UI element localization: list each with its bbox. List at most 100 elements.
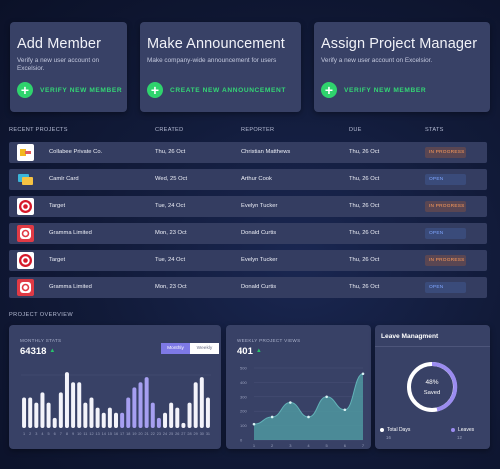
- x-tick-label: 6: [344, 443, 347, 448]
- created-date: Mon, 23 Oct: [155, 284, 187, 290]
- card-description: Make company-wide announcement for users: [147, 57, 277, 64]
- x-tick-label: 23: [157, 432, 161, 436]
- point-5: [325, 395, 328, 399]
- created-date: Mon, 23 Oct: [155, 230, 187, 236]
- x-tick-label: 24: [163, 432, 167, 436]
- x-tick-label: 1: [253, 443, 256, 448]
- column-stats: STATS: [425, 127, 444, 133]
- bar-day-9: [71, 382, 76, 428]
- status-badge: IN PROGRESS: [425, 255, 466, 266]
- reporter-name: Christian Matthews: [241, 149, 291, 155]
- x-tick-label: 5: [326, 443, 329, 448]
- card-add-member: Add Member Verify a new user account on …: [10, 22, 127, 112]
- target-logo-icon: [17, 198, 34, 215]
- project-name: Collabee Private Co.: [49, 149, 103, 155]
- table-row[interactable]: Collabee Private Co. Thu, 26 Oct Christi…: [9, 142, 487, 163]
- verify-new-member-button[interactable]: + VERIFY NEW MEMBER: [17, 82, 122, 98]
- card-description: Verify a new user account on Excelsior.: [17, 57, 100, 72]
- plus-icon: +: [147, 82, 163, 98]
- bar-day-22: [150, 402, 155, 428]
- monthly-stats-panel: MONTHLY STATS 64318 ▲ Monthly Weekly 1234…: [9, 325, 221, 449]
- status-badge: OPEN: [425, 174, 466, 185]
- legend-value: 16: [386, 435, 391, 440]
- weekly-views-panel: WEEKLY PROJECT VIEWS 401 ▲ 0 100 200 300 400 5…: [226, 325, 371, 449]
- bar-day-27: [181, 422, 186, 428]
- collabee-logo-icon: [17, 144, 34, 161]
- project-name: Target: [49, 257, 66, 263]
- bar-day-15: [107, 407, 112, 428]
- project-name: Target: [49, 203, 66, 209]
- y-tick-label: 500: [240, 366, 247, 371]
- bar-day-10: [77, 382, 82, 428]
- x-tick-label: 4: [41, 432, 43, 436]
- bar-day-6: [52, 417, 57, 428]
- plus-icon: +: [17, 82, 33, 98]
- card-title: Add Member: [17, 36, 102, 52]
- reporter-name: Evelyn Tucker: [241, 257, 278, 263]
- table-row[interactable]: Target Tue, 24 Oct Evelyn Tucker Thu, 26…: [9, 196, 487, 217]
- bar-day-8: [64, 372, 69, 428]
- monthly-bar-chart: 1 2 3 4 5 6 7 8 9 10 11 12 13 14 15 16 17 18 19 20 21 22 23 24 2…: [21, 372, 211, 436]
- reporter-name: Evelyn Tucker: [241, 203, 278, 209]
- legend-total-days: Total Days 16: [380, 427, 410, 440]
- x-tick-label: 19: [132, 432, 136, 436]
- card-title: Make Announcement: [147, 36, 285, 52]
- x-tick-label: 6: [54, 432, 56, 436]
- camlr-logo-icon: [17, 171, 34, 188]
- plus-icon: +: [321, 82, 337, 98]
- x-tick-label: 14: [102, 432, 106, 436]
- legend-leaves: Leaves 12: [451, 427, 474, 440]
- table-row[interactable]: Gramma Limited Mon, 23 Oct Donald Curtis…: [9, 223, 487, 244]
- gramma-logo-icon: [17, 279, 34, 296]
- bar-day-18: [126, 397, 131, 428]
- x-tick-label: 3: [289, 443, 292, 448]
- bar-day-19: [132, 387, 137, 428]
- table-row[interactable]: Gramma Limited Mon, 23 Oct Donald Curtis…: [9, 277, 487, 298]
- created-date: Tue, 24 Oct: [155, 257, 186, 263]
- x-tick-label: 26: [175, 432, 179, 436]
- x-tick-label: 22: [151, 432, 155, 436]
- x-tick-label: 17: [120, 432, 124, 436]
- project-name: Gramma Limited: [49, 284, 92, 290]
- bar-day-28: [187, 402, 192, 428]
- weekly-area-chart: 0 100 200 300 400 500 1 2 3 4 5 6 7: [240, 366, 365, 449]
- status-badge: IN PROGRESS: [425, 147, 466, 158]
- x-tick-label: 12: [89, 432, 93, 436]
- legend-label: Total Days: [387, 427, 411, 433]
- x-tick-label: 8: [66, 432, 68, 436]
- bar-day-26: [175, 407, 180, 428]
- x-tick-label: 9: [72, 432, 74, 436]
- bar-day-11: [83, 402, 88, 428]
- legend-dot-white: [380, 427, 384, 432]
- column-created: CREATED: [155, 127, 184, 133]
- bar-day-31: [205, 397, 210, 428]
- project-overview-title: PROJECT OVERVIEW: [9, 312, 74, 318]
- legend-dot-purple: [451, 427, 455, 432]
- bar-day-7: [58, 392, 63, 428]
- point-4: [307, 415, 310, 419]
- due-date: Thu, 26 Oct: [349, 203, 380, 209]
- area-fill: [254, 373, 363, 440]
- gramma-logo-icon: [17, 225, 34, 242]
- action-label: VERIFY NEW MEMBER: [40, 86, 123, 94]
- x-tick-label: 29: [194, 432, 198, 436]
- column-due: DUE: [349, 127, 362, 133]
- bar-day-24: [163, 412, 168, 428]
- create-new-announcement-button[interactable]: + CREATE NEW ANNOUNCEMENT: [147, 82, 286, 98]
- verify-new-member-button[interactable]: + VERIFY NEW MEMBER: [321, 82, 426, 98]
- x-tick-label: 5: [48, 432, 50, 436]
- y-tick-label: 200: [240, 409, 247, 414]
- x-tick-label: 2: [29, 432, 31, 436]
- bar-day-29: [193, 382, 198, 428]
- created-date: Tue, 24 Oct: [155, 203, 186, 209]
- table-row[interactable]: Camlr Card Wed, 25 Oct Arthur Cook Thu, …: [9, 169, 487, 190]
- point-6: [343, 408, 347, 412]
- due-date: Thu, 26 Oct: [349, 257, 380, 263]
- y-tick-label: 0: [240, 438, 243, 443]
- table-row[interactable]: Target Tue, 24 Oct Evelyn Tucker Thu, 26…: [9, 250, 487, 271]
- status-badge: IN PROGRESS: [425, 201, 466, 212]
- leave-management-panel: Leave Managment 48% Saved Total Days 16 …: [375, 325, 490, 449]
- x-tick-label: 7: [60, 432, 62, 436]
- x-tick-label: 30: [200, 432, 204, 436]
- x-tick-label: 15: [108, 432, 112, 436]
